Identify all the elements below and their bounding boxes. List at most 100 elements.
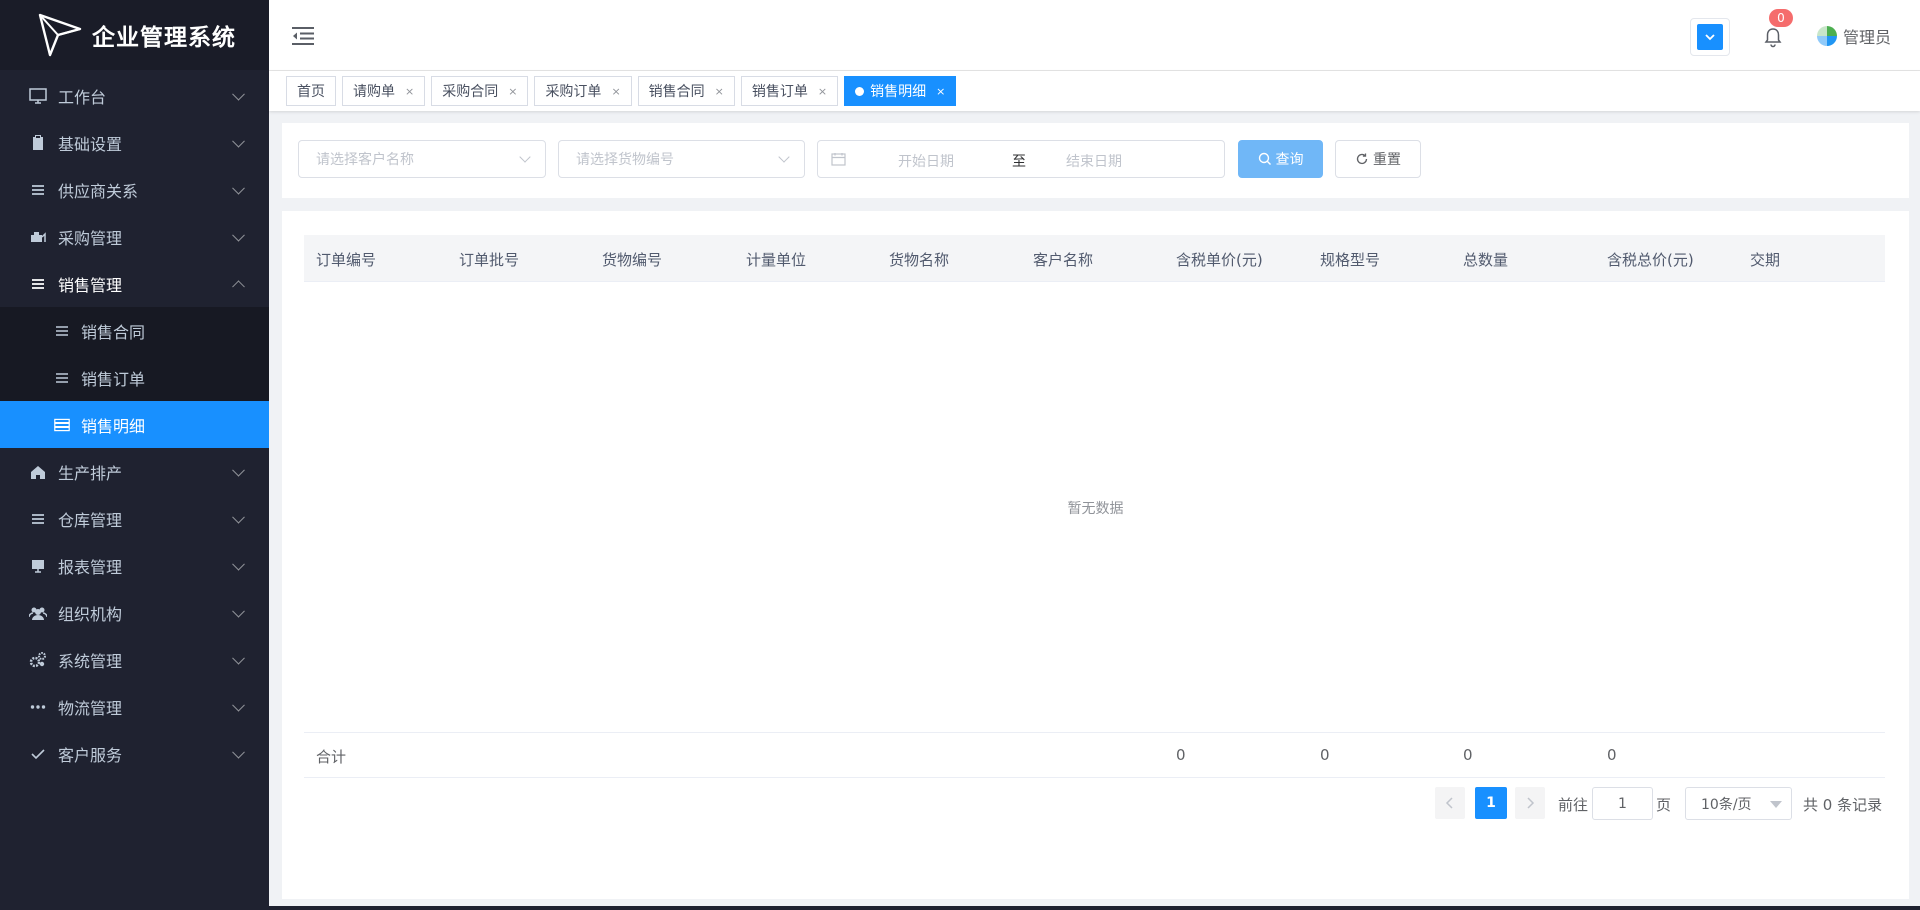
date-range-picker[interactable]: 开始日期 至 结束日期 xyxy=(817,140,1225,178)
chevron-down-icon xyxy=(519,151,531,163)
range-separator: 至 xyxy=(1012,154,1026,170)
sidebar-item-system[interactable]: 系统管理 xyxy=(0,636,269,683)
sidebar-item-label: 仓库管理 xyxy=(58,510,123,530)
column-header: 含税单价(元) xyxy=(1176,251,1263,269)
sidebar-subitem-label: 销售明细 xyxy=(81,416,146,436)
summary-quantity: 0 xyxy=(1463,746,1473,764)
tag-label: 销售明细 xyxy=(870,84,927,100)
column-header: 总数量 xyxy=(1463,251,1509,269)
table-panel: 订单编号 订单批号 货物编号 计量单位 货物名称 客户名称 含税单价(元) 规格… xyxy=(282,211,1909,899)
sidebar-item-customer-service[interactable]: 客户服务 xyxy=(0,730,269,777)
chevron-down-icon xyxy=(232,463,245,477)
notification-badge: 0 xyxy=(1769,9,1793,27)
sidebar-item-label: 销售管理 xyxy=(58,275,123,295)
sidebar-item-sales[interactable]: 销售管理 xyxy=(0,260,269,307)
sidebar-item-label: 工作台 xyxy=(58,87,107,107)
list-icon xyxy=(27,508,49,530)
search-icon xyxy=(1258,152,1271,165)
sidebar-subitem-sales-order[interactable]: 销售订单 xyxy=(0,354,269,401)
sidebar-subitem-sales-contract[interactable]: 销售合同 xyxy=(0,307,269,354)
top-header: 0 管理员 xyxy=(269,0,1920,71)
column-header: 含税总价(元) xyxy=(1607,251,1694,269)
tag-label: 销售订单 xyxy=(751,84,808,100)
more-icon xyxy=(27,696,49,718)
refresh-icon xyxy=(1356,153,1368,165)
gears-icon xyxy=(27,649,49,671)
close-icon[interactable]: × xyxy=(715,85,724,98)
sidebar-item-basic-settings[interactable]: 基础设置 xyxy=(0,119,269,166)
close-icon[interactable]: × xyxy=(405,85,414,98)
column-header: 交期 xyxy=(1750,251,1781,269)
close-icon[interactable]: × xyxy=(508,85,517,98)
sidebar-item-dashboard[interactable]: 工作台 xyxy=(0,72,269,119)
logo[interactable]: 企业管理系统 xyxy=(0,0,269,70)
next-page-button[interactable] xyxy=(1515,787,1545,819)
summary-unit-price: 0 xyxy=(1176,746,1186,764)
tag-label: 请购单 xyxy=(353,84,395,100)
sidebar-item-supplier[interactable]: 供应商关系 xyxy=(0,166,269,213)
menu-fold-icon[interactable] xyxy=(291,26,315,46)
tag-purchase-order[interactable]: 采购订单 × xyxy=(534,76,632,106)
list-icon xyxy=(52,321,72,341)
tag-sales-order[interactable]: 销售订单 × xyxy=(740,76,839,106)
goods-select[interactable]: 请选择货物编号 xyxy=(558,140,805,178)
tag-label: 销售合同 xyxy=(648,84,705,100)
page-number-current[interactable]: 1 xyxy=(1475,787,1507,819)
monitor-icon xyxy=(27,85,49,107)
customer-select[interactable]: 请选择客户名称 xyxy=(298,140,546,178)
caret-down-icon xyxy=(1770,801,1782,808)
sidebar-item-logistics[interactable]: 物流管理 xyxy=(0,683,269,730)
list-icon xyxy=(27,273,49,295)
reset-button[interactable]: 重置 xyxy=(1335,140,1421,178)
bell-icon[interactable] xyxy=(1763,26,1783,48)
users-icon xyxy=(27,602,49,624)
column-header: 货物编号 xyxy=(602,251,663,269)
tag-sales-detail[interactable]: 销售明细 × xyxy=(844,76,957,106)
filter-panel: 请选择客户名称 请选择货物编号 开始日期 至 结束日期 查询 重置 xyxy=(282,123,1909,198)
layout-dropdown-button[interactable] xyxy=(1690,18,1730,56)
chevron-down-icon xyxy=(232,87,245,101)
start-date-input[interactable]: 开始日期 xyxy=(898,151,954,171)
search-button[interactable]: 查询 xyxy=(1238,140,1323,178)
close-icon[interactable]: × xyxy=(818,85,827,98)
sidebar-item-label: 报表管理 xyxy=(58,557,123,577)
tag-label: 采购合同 xyxy=(442,84,499,100)
chevron-down-icon xyxy=(778,151,790,163)
goto-page-input[interactable]: 1 xyxy=(1592,787,1653,820)
screen-icon xyxy=(27,555,49,577)
bottom-edge xyxy=(269,906,1920,910)
sidebar-item-reports[interactable]: 报表管理 xyxy=(0,542,269,589)
sidebar-subitem-label: 销售订单 xyxy=(81,369,146,389)
sidebar-item-label: 客户服务 xyxy=(58,745,123,765)
customer-select-placeholder: 请选择客户名称 xyxy=(316,152,414,168)
close-icon[interactable]: × xyxy=(936,85,945,98)
chevron-down-icon xyxy=(232,228,245,242)
tag-label: 采购订单 xyxy=(545,84,602,100)
tag-sales-contract[interactable]: 销售合同 × xyxy=(637,76,735,106)
page-suffix: 页 xyxy=(1656,796,1672,814)
page-size-select[interactable]: 10条/页 xyxy=(1685,787,1792,820)
column-header: 客户名称 xyxy=(1033,251,1094,269)
end-date-input[interactable]: 结束日期 xyxy=(1066,151,1122,171)
column-header: 订单批号 xyxy=(459,251,520,269)
tag-home[interactable]: 首页 xyxy=(286,76,336,106)
chevron-left-icon xyxy=(1445,797,1453,809)
server-list-icon xyxy=(52,415,72,435)
summary-label: 合计 xyxy=(316,748,347,766)
sidebar-item-label: 生产排产 xyxy=(58,463,123,483)
close-icon[interactable]: × xyxy=(611,85,620,98)
sidebar-item-organization[interactable]: 组织机构 xyxy=(0,589,269,636)
cart-icon xyxy=(27,226,49,248)
chevron-down-icon xyxy=(232,604,245,618)
tag-requisition[interactable]: 请购单 × xyxy=(342,76,426,106)
sidebar-item-production[interactable]: 生产排产 xyxy=(0,448,269,495)
user-menu[interactable]: 管理员 xyxy=(1817,24,1891,48)
sidebar-subitem-sales-detail[interactable]: 销售明细 xyxy=(0,401,269,448)
tag-label: 首页 xyxy=(297,84,325,100)
user-name: 管理员 xyxy=(1843,28,1892,47)
tag-purchase-contract[interactable]: 采购合同 × xyxy=(431,76,529,106)
sidebar-item-warehouse[interactable]: 仓库管理 xyxy=(0,495,269,542)
sidebar-item-purchase[interactable]: 采购管理 xyxy=(0,213,269,260)
home-icon xyxy=(27,461,49,483)
prev-page-button[interactable] xyxy=(1435,787,1465,819)
